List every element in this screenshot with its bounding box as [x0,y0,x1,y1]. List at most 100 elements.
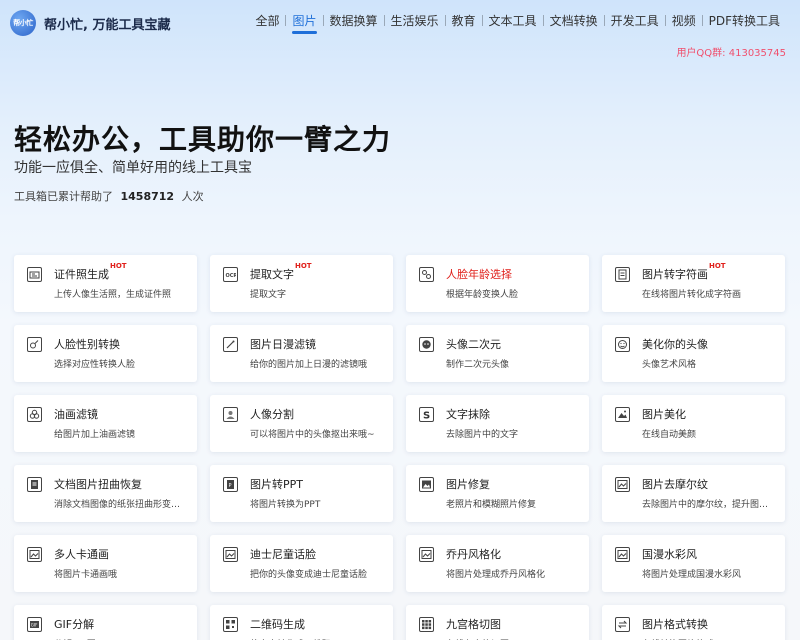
tool-title: 图片格式转换 [642,616,708,632]
tool-title-text: 图片美化 [642,408,686,421]
tool-title: 迪士尼童话脸 [250,546,316,562]
tool-card[interactable]: 国漫水彩风 将图片处理成国漫水彩风 [602,535,785,592]
hot-badge: HOT [110,262,127,270]
tool-card[interactable]: 证件照生成 HOT 上传人像生活照，生成证件照 [14,255,197,312]
tool-title: 文档图片扭曲恢复 [54,476,142,492]
nav-item-6[interactable]: 文档转换 [544,12,604,29]
beautify-icon [615,407,630,422]
tool-title-text: 图片转字符画 [642,268,708,281]
tool-title-text: 美化你的头像 [642,338,708,351]
logo-mark: 帮小忙 [10,10,36,36]
tool-description: 制作二次元头像 [446,360,510,370]
tool-card[interactable]: OCR 提取文字 HOT 提取文字 [210,255,393,312]
gif-icon: GIF [27,617,42,632]
tool-title-text: 人像分割 [250,408,294,421]
tool-title: 人脸性别转换 [54,336,120,352]
tool-card[interactable]: 图片去摩尔纹 去除图片中的摩尔纹，提升图片质量 [602,465,785,522]
tool-card[interactable]: 文档图片扭曲恢复消除文档图像的纸张扭曲形变，使其平整 [14,465,197,522]
tool-card[interactable]: 图片修复老照片和模糊照片修复 [406,465,589,522]
anime-avatar-icon [419,337,434,352]
tool-title: 图片美化 [642,406,686,422]
hero-title: 轻松办公，工具助你一臂之力 [14,123,392,156]
nav-item-7[interactable]: 开发工具 [605,12,665,29]
tool-title: 图片日漫滤镜 [250,336,316,352]
tool-card[interactable]: 油画滤镜 给图片加上油画滤镜 [14,395,197,452]
jordan-style-icon [419,547,434,562]
tool-title: 乔丹风格化 [446,546,501,562]
tool-grid: 证件照生成 HOT 上传人像生活照，生成证件照 OCR 提取文字 HOT 提取文字 人脸年龄选… [14,255,785,640]
oil-paint-icon [27,407,42,422]
tool-card[interactable]: 人脸性别转换选择对应性转换人脸 [14,325,197,382]
tool-description: 头像艺术风格 [642,360,697,370]
id-card-icon [27,267,42,282]
tool-card[interactable]: 图片美化 在线自动美颜 [602,395,785,452]
top-nav: 全部 图片 数据换算 生活娱乐 教育 文本工具 文档转换 开发工具 视频 PDF转换工具 [249,12,786,34]
tool-card[interactable]: 图片格式转换在线转换图片格式 [602,605,785,640]
tool-title: 文字抹除 [446,406,490,422]
tool-card[interactable]: 美化你的头像 头像艺术风格 [602,325,785,382]
avatar-style-icon [615,337,630,352]
tool-title: 图片转PPT [250,476,303,492]
logo-text: 帮小忙, 万能工具宝藏 [44,17,171,33]
tool-title: 头像二次元 [446,336,501,352]
tool-title-text: 人脸性别转换 [54,338,120,351]
nav-item-3[interactable]: 生活娱乐 [385,12,445,29]
tool-title-text: 提取文字 [250,268,294,281]
ppt-icon: P [223,477,238,492]
tool-description: 选择对应性转换人脸 [54,360,136,370]
svg-text:S: S [423,411,430,421]
tool-description: 给图片加上油画滤镜 [54,430,136,440]
tool-card[interactable]: 多人卡通画 将图片卡通画哦 [14,535,197,592]
tool-card[interactable]: P 图片转PPT 将图片转换为PPT [210,465,393,522]
tool-card[interactable]: 九宫格切图在线九宫格切图 [406,605,589,640]
svg-text:GIF: GIF [31,623,38,628]
ocr-icon: OCR [223,267,238,282]
char-art-icon [615,267,630,282]
hot-badge: HOT [295,262,312,270]
nav-item-5[interactable]: 文本工具 [483,12,543,29]
tool-title: 九宫格切图 [446,616,501,632]
tool-card[interactable]: S 文字抹除 去除图片中的文字 [406,395,589,452]
nav-item-2[interactable]: 数据换算 [324,12,384,29]
tool-card[interactable]: 人脸年龄选择 根据年龄变换人脸 [406,255,589,312]
nav-item-9[interactable]: PDF转换工具 [703,12,786,29]
usage-counter-suffix: 人次 [181,190,204,203]
tool-card[interactable]: 图片转字符画 HOT 在线将图片转化成字符画 [602,255,785,312]
usage-counter-value: 1458712 [120,190,175,203]
nav-item-0[interactable]: 全部 [249,12,285,29]
tool-description: 老照片和模糊照片修复 [446,500,537,510]
tool-title-text: 二维码生成 [250,618,305,631]
nav-item-4[interactable]: 教育 [446,12,482,29]
nav-item-1[interactable]: 图片 [286,12,322,34]
tool-card[interactable]: 二维码生成将文本转化成二维码 [210,605,393,640]
tool-description: 消除文档图像的纸张扭曲形变，使其平整 [54,500,189,510]
tool-card[interactable]: 图片日漫滤镜给你的图片加上日漫的滤镜哦 [210,325,393,382]
usage-counter: 工具箱已累计帮助了 1458712 人次 [14,188,204,204]
svg-text:OCR: OCR [226,273,237,279]
gender-icon [27,337,42,352]
tool-title: GIF分解 [54,616,94,632]
tool-description: 将图片处理成乔丹风格化 [446,570,546,580]
tool-card[interactable]: GIFGIF分解分解GIF图 [14,605,197,640]
watercolor-icon [615,547,630,562]
svg-text:P: P [229,483,232,489]
tool-title-text: 图片修复 [446,478,490,491]
tool-card[interactable]: 迪士尼童话脸 把你的头像变成迪士尼童话脸 [210,535,393,592]
tool-description: 给你的图片加上日漫的滤镜哦 [250,360,368,370]
anime-filter-icon [223,337,238,352]
photo-repair-icon [419,477,434,492]
nav-item-8[interactable]: 视频 [666,12,702,29]
tool-title: 人像分割 [250,406,294,422]
tool-title: 证件照生成 HOT [54,262,127,282]
tool-title: 图片转字符画 HOT [642,262,726,282]
tool-description: 提取文字 [250,290,287,300]
tool-title: 图片修复 [446,476,490,492]
tool-card[interactable]: 人像分割 可以将图片中的头像抠出来哦~ [210,395,393,452]
tool-card[interactable]: 头像二次元制作二次元头像 [406,325,589,382]
tool-title-text: 国漫水彩风 [642,548,697,561]
hero-subtitle: 功能一应俱全、简单好用的线上工具宝 [14,160,252,176]
tool-description: 上传人像生活照，生成证件照 [54,290,172,300]
site-logo[interactable]: 帮小忙 帮小忙, 万能工具宝藏 [10,10,170,36]
tool-title-text: 乔丹风格化 [446,548,501,561]
tool-card[interactable]: 乔丹风格化将图片处理成乔丹风格化 [406,535,589,592]
